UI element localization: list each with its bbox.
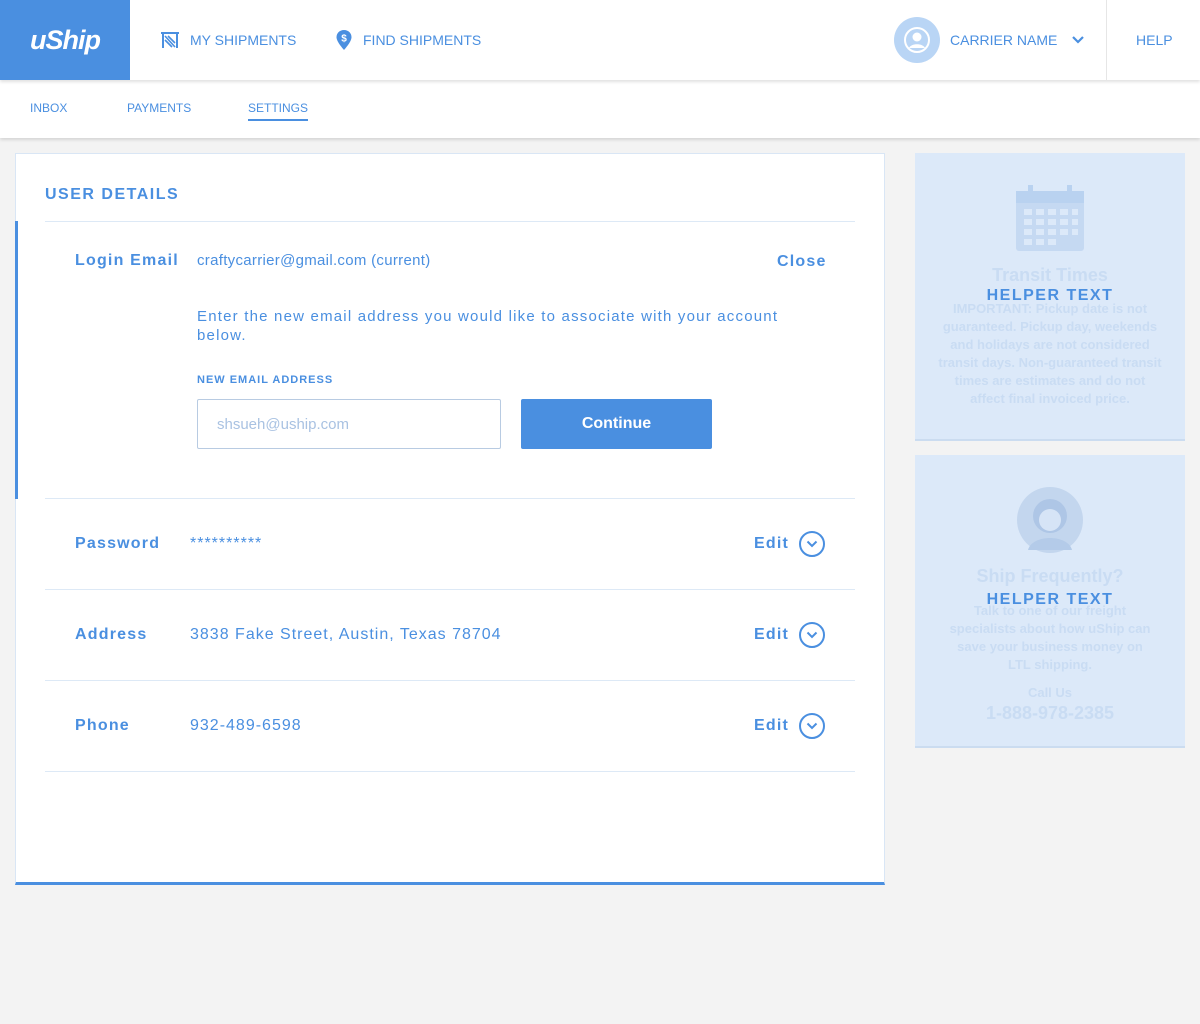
address-edit-button[interactable]: Edit	[754, 622, 826, 648]
nav-find-shipments[interactable]: $ FIND SHIPMENTS	[335, 0, 481, 80]
call-us-label: Call Us	[1027, 685, 1073, 700]
current-email-value: craftycarrier@gmail.com (current)	[197, 252, 431, 269]
password-edit-button[interactable]: Edit	[754, 531, 826, 557]
transit-body: Pickup date is not guaranteed. Pickup da…	[938, 301, 1162, 406]
uship-logo[interactable]: uShip	[0, 0, 130, 80]
divider	[45, 221, 855, 222]
tab-inbox[interactable]: INBOX	[30, 101, 67, 115]
password-value: **********	[190, 535, 263, 552]
phone-value: 932-489-6598	[190, 717, 302, 734]
user-menu[interactable]: CARRIER NAME	[894, 17, 1085, 63]
logo-text: uShip	[30, 24, 101, 55]
transit-description: IMPORTANT: Pickup date is not guaranteed…	[937, 300, 1163, 408]
chevron-down-icon	[1072, 36, 1085, 44]
divider	[45, 680, 855, 681]
ship-frequently-panel: Ship Frequently? HELPER TEXT Talk to one…	[915, 455, 1185, 748]
ship-frequently-title: Ship Frequently?	[976, 566, 1124, 586]
phone-edit-button[interactable]: Edit	[754, 713, 826, 739]
ship-description: Talk to one of our freight specialists a…	[949, 603, 1151, 672]
continue-button[interactable]: Continue	[521, 399, 712, 449]
edit-label: Edit	[754, 717, 790, 734]
phone-label: Phone	[75, 717, 130, 734]
phone-number-link[interactable]: 1-888-978-2385	[915, 703, 1185, 724]
tab-payments[interactable]: PAYMENTS	[127, 101, 191, 115]
nav-my-shipments[interactable]: MY SHIPMENTS	[160, 0, 296, 80]
carrier-name: CARRIER NAME	[950, 32, 1058, 48]
address-value: 3838 Fake Street, Austin, Texas 78704	[190, 626, 502, 643]
svg-text:$: $	[341, 34, 347, 45]
address-label: Address	[75, 626, 148, 643]
header-divider	[1106, 0, 1107, 80]
new-email-label: NEW EMAIL ADDRESS	[197, 374, 334, 386]
active-section-indicator	[15, 221, 18, 499]
close-button[interactable]: Close	[777, 253, 827, 271]
transit-times-panel: Transit Times HELPER TEXT IMPORTANT: Pic…	[915, 153, 1185, 441]
card-title: USER DETAILS	[45, 186, 180, 203]
map-pin-dollar-icon: $	[336, 30, 352, 50]
help-link[interactable]: HELP	[1136, 0, 1173, 80]
user-avatar-icon	[894, 17, 940, 63]
shipments-icon	[161, 32, 179, 48]
user-details-card: USER DETAILS Login Email craftycarrier@g…	[15, 153, 885, 885]
transit-important: IMPORTANT:	[952, 301, 1033, 316]
divider	[45, 498, 855, 499]
divider	[45, 771, 855, 772]
top-navigation-bar: uShip MY SHIPMENTS $ FIND SHIPMENTS CARR…	[0, 0, 1200, 80]
chevron-down-icon	[799, 713, 826, 739]
edit-label: Edit	[754, 626, 790, 643]
chevron-down-icon	[799, 531, 826, 557]
nav-my-shipments-label: MY SHIPMENTS	[190, 32, 297, 48]
tab-settings[interactable]: SETTINGS	[248, 101, 309, 121]
specialist-avatar	[1017, 487, 1083, 553]
divider	[45, 589, 855, 590]
nav-find-shipments-label: FIND SHIPMENTS	[363, 32, 482, 48]
password-label: Password	[75, 535, 161, 552]
login-email-label: Login Email	[75, 252, 179, 269]
chevron-down-icon	[799, 622, 826, 648]
email-instructions: Enter the new email address you would li…	[197, 308, 779, 344]
transit-title: Transit Times	[992, 265, 1108, 285]
edit-label: Edit	[754, 535, 790, 552]
settings-subnav: INBOX PAYMENTS SETTINGS	[0, 80, 1200, 138]
calendar-icon	[1016, 185, 1084, 251]
new-email-input[interactable]	[197, 399, 501, 449]
